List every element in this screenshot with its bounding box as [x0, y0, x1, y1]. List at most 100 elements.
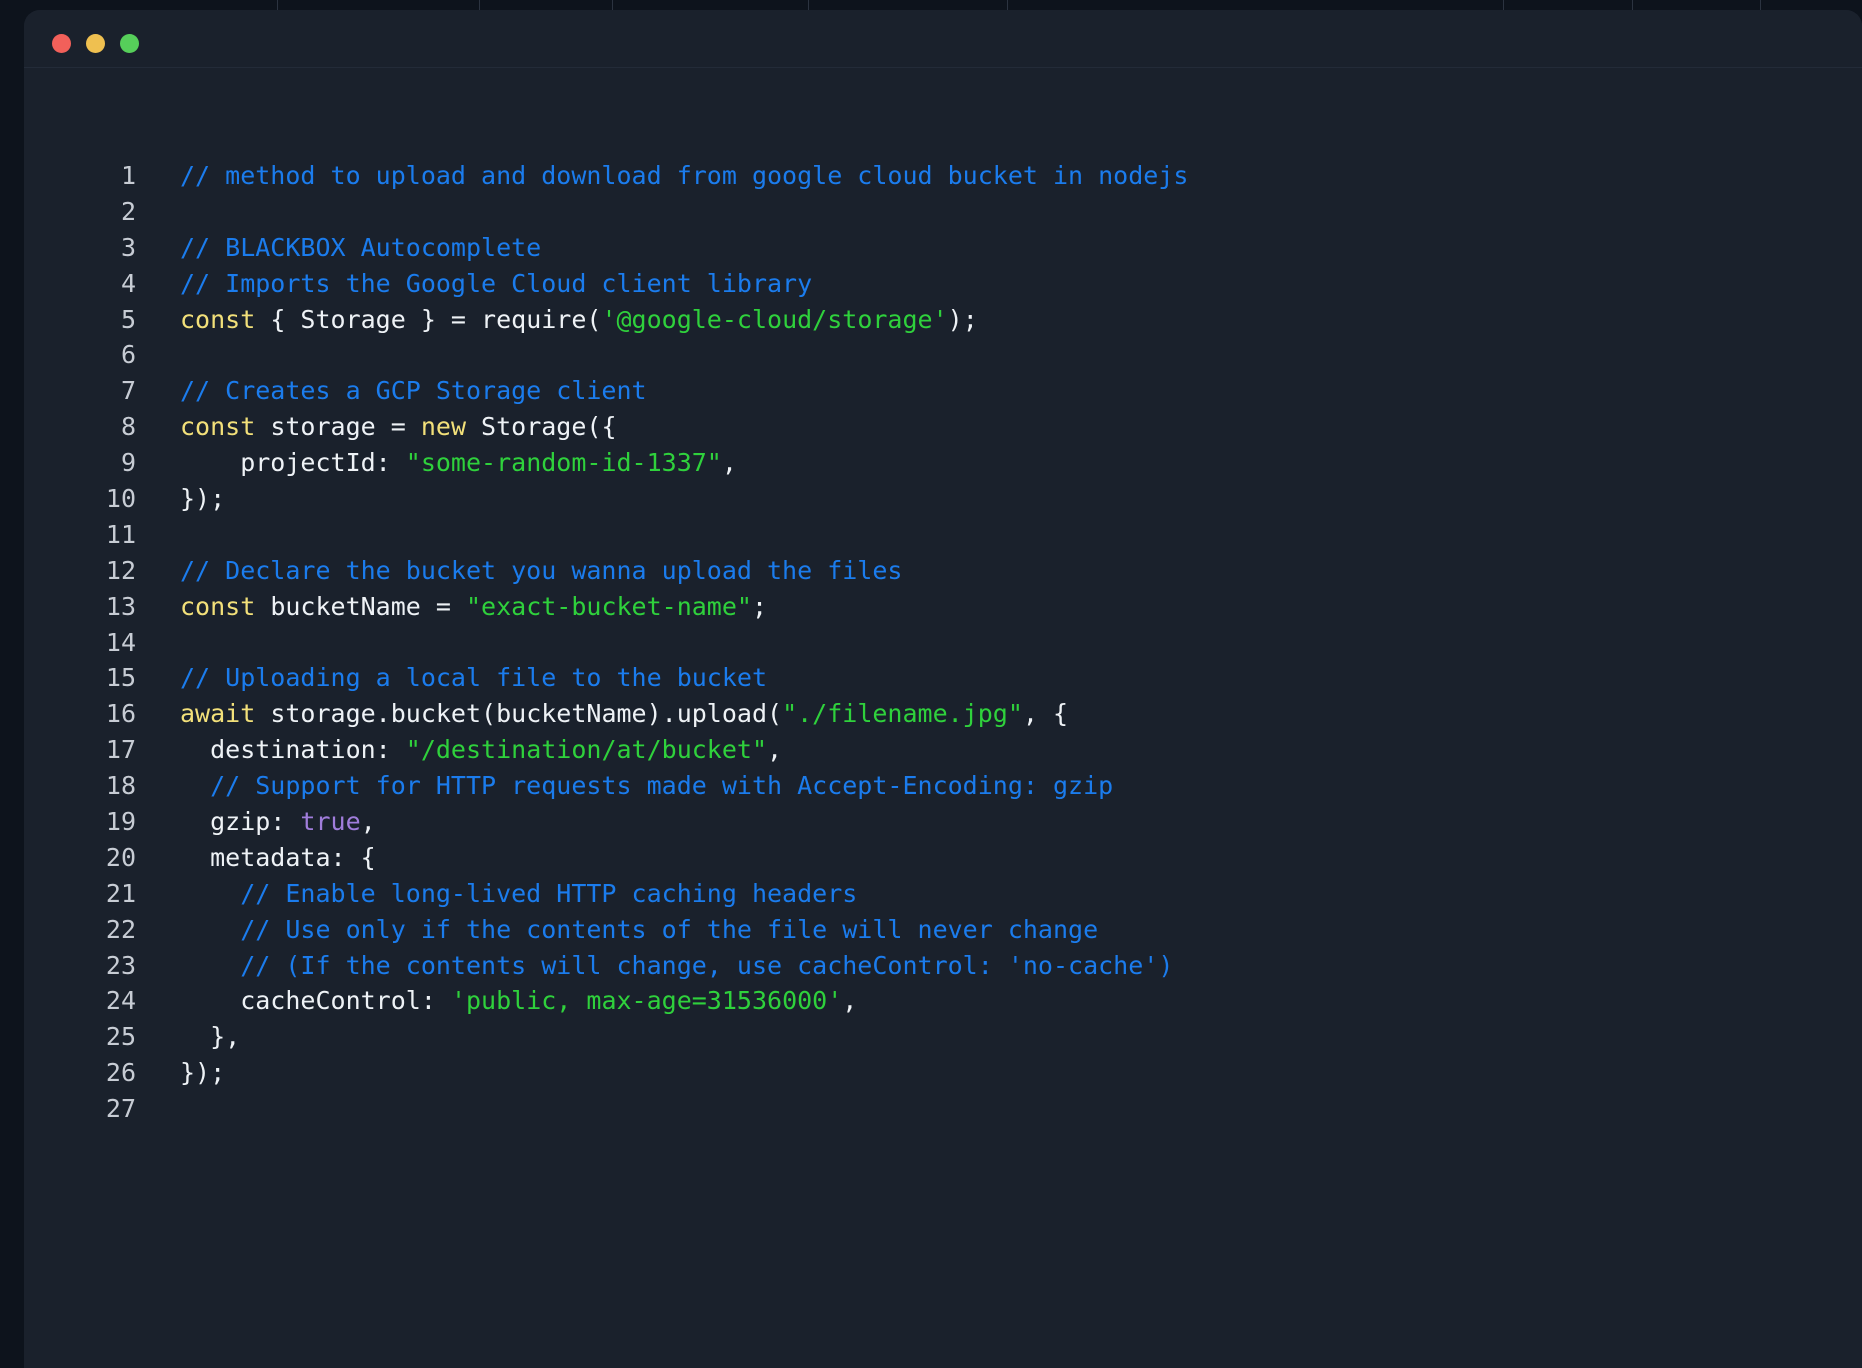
code-line: 23 // (If the contents will change, use … [24, 948, 1862, 984]
code-token-plain: bucketName = [255, 591, 466, 621]
code-token-plain: projectId: [180, 448, 406, 478]
code-line: 20 metadata: { [24, 840, 1862, 876]
line-number: 9 [120, 448, 136, 478]
code-line-content: }, [136, 1019, 240, 1055]
code-line: 12 // Declare the bucket you wanna upload… [24, 553, 1862, 589]
code-line: 15 // Uploading a local file to the bucke… [24, 660, 1862, 696]
code-line: 24 cacheControl: 'public, max-age=315360… [24, 983, 1862, 1019]
code-line: 25 }, [24, 1019, 1862, 1055]
code-token-kw: new [420, 412, 466, 442]
code-line: 4 // Imports the Google Cloud client libr… [24, 266, 1862, 302]
line-number: 25 [105, 1022, 136, 1052]
code-line-content: gzip: true, [136, 804, 376, 840]
code-token-plain: , [842, 986, 858, 1016]
code-token-plain: , [721, 448, 737, 478]
code-line: 16 await storage.bucket(bucketName).uploa… [24, 696, 1862, 732]
code-token-plain: , [360, 807, 376, 837]
code-token-plain: cacheControl: [180, 986, 451, 1016]
code-token-str: "/destination/at/bucket" [405, 735, 768, 765]
code-token-plain: , [767, 735, 783, 765]
code-token-str: "some-random-id-1337" [405, 448, 722, 478]
code-line-content: }); [136, 1055, 225, 1091]
code-token-comment: // Declare the bucket you wanna upload t… [180, 555, 903, 585]
code-token-plain: storage.bucket(bucketName).upload( [255, 699, 783, 729]
code-line: 19 gzip: true, [24, 804, 1862, 840]
code-line: 5 const { Storage } = require('@google-cl… [24, 302, 1862, 338]
code-token-comment: // Imports the Google Cloud client libra… [180, 268, 813, 298]
code-line-content: // method to upload and download from go… [136, 158, 1188, 194]
code-token-comment: // Uploading a local file to the bucket [180, 663, 767, 693]
code-token-plain: gzip: [180, 807, 301, 837]
code-token-bool: true [300, 807, 361, 837]
minimize-window-icon[interactable] [86, 34, 105, 53]
traffic-light-group [52, 34, 139, 53]
code-line-content: metadata: { [136, 840, 376, 876]
code-token-str: '@google-cloud/storage' [601, 304, 948, 334]
code-line-content: // Uploading a local file to the bucket [136, 660, 767, 696]
code-token-kw: const [180, 412, 256, 442]
line-number: 23 [105, 950, 136, 980]
code-line-content: destination: "/destination/at/bucket", [136, 732, 782, 768]
code-line: 6 [24, 337, 1862, 373]
close-window-icon[interactable] [52, 34, 71, 53]
line-number: 22 [105, 914, 136, 944]
line-number: 4 [120, 268, 136, 298]
code-token-kw: const [180, 304, 256, 334]
line-number: 17 [105, 735, 136, 765]
maximize-window-icon[interactable] [120, 34, 139, 53]
code-line-content: await storage.bucket(bucketName).upload(… [136, 696, 1068, 732]
code-line: 3 // BLACKBOX Autocomplete [24, 230, 1862, 266]
code-line: 21 // Enable long-lived HTTP caching hea… [24, 876, 1862, 912]
code-line-content: const storage = new Storage({ [136, 409, 617, 445]
line-number: 18 [105, 771, 136, 801]
code-token-kw: await [180, 699, 256, 729]
line-number: 5 [120, 304, 136, 334]
code-line: 22 // Use only if the contents of the fi… [24, 912, 1862, 948]
code-token-plain: metadata: { [180, 842, 376, 872]
code-token-plain: storage = [255, 412, 421, 442]
code-line-content: // Use only if the contents of the file … [136, 912, 1098, 948]
code-token-plain: { Storage } = require( [255, 304, 602, 334]
code-line-content: const bucketName = "exact-bucket-name"; [136, 589, 767, 625]
code-line-content: // Imports the Google Cloud client libra… [136, 266, 812, 302]
line-number: 8 [120, 412, 136, 442]
code-line: 10}); [24, 481, 1862, 517]
code-line-content: projectId: "some-random-id-1337", [136, 445, 737, 481]
code-line: 27 [24, 1091, 1862, 1127]
line-number: 13 [105, 591, 136, 621]
code-token-comment: // BLACKBOX Autocomplete [180, 232, 542, 262]
code-token-comment: // Support for HTTP requests made with A… [180, 771, 1114, 801]
code-token-plain: }); [180, 484, 226, 514]
code-line-content: // Enable long-lived HTTP caching header… [136, 876, 857, 912]
code-line: 7 // Creates a GCP Storage client [24, 373, 1862, 409]
code-line-content: }); [136, 481, 225, 517]
line-number: 11 [105, 519, 136, 549]
code-editor-area[interactable]: 1 // method to upload and download from g… [24, 68, 1862, 1368]
code-token-comment: // Creates a GCP Storage client [180, 376, 647, 406]
line-number: 2 [120, 196, 136, 226]
code-token-str: 'public, max-age=31536000' [450, 986, 843, 1016]
line-number: 7 [120, 376, 136, 406]
code-line: 18 // Support for HTTP requests made wit… [24, 768, 1862, 804]
code-line: 11 [24, 517, 1862, 553]
line-number: 3 [120, 232, 136, 262]
code-token-comment: // Use only if the contents of the file … [180, 914, 1099, 944]
code-line-content: // Declare the bucket you wanna upload t… [136, 553, 902, 589]
desktop-background: 1 // method to upload and download from g… [0, 0, 1862, 1368]
code-line: 14 [24, 625, 1862, 661]
line-number: 20 [105, 842, 136, 872]
code-line-content: // (If the contents will change, use cac… [136, 948, 1173, 984]
code-line: 13 const bucketName = "exact-bucket-name"… [24, 589, 1862, 625]
code-token-plain: , { [1022, 699, 1069, 729]
code-line-content: // Creates a GCP Storage client [136, 373, 647, 409]
code-token-plain: Storage({ [466, 412, 617, 442]
code-line: 9 projectId: "some-random-id-1337", [24, 445, 1862, 481]
code-token-comment: // Enable long-lived HTTP caching header… [180, 878, 858, 908]
line-number: 19 [105, 807, 136, 837]
code-lines-container: 1 // method to upload and download from g… [24, 158, 1862, 1127]
code-token-plain: }); [180, 1058, 226, 1088]
code-line-content: // BLACKBOX Autocomplete [136, 230, 541, 266]
line-number: 21 [105, 878, 136, 908]
line-number: 27 [105, 1094, 136, 1124]
line-number: 16 [105, 699, 136, 729]
